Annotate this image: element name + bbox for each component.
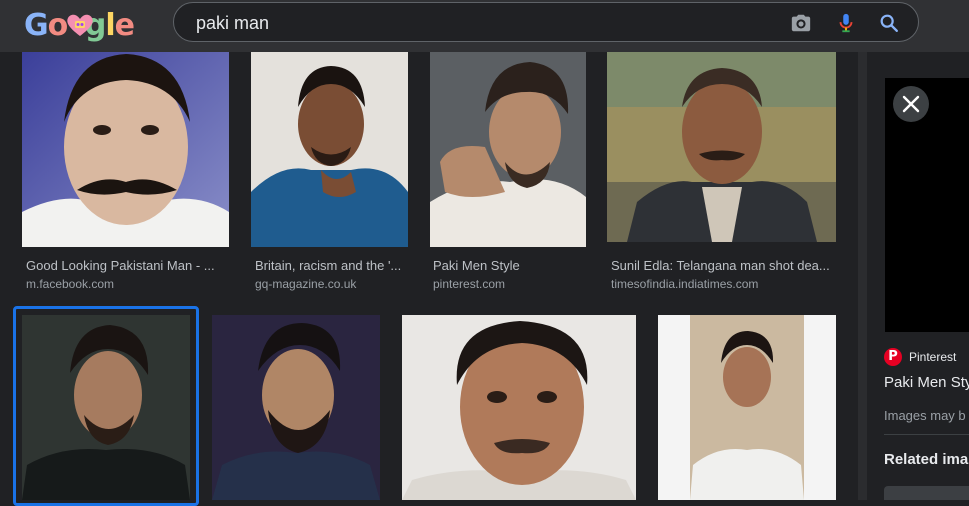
result-source[interactable]: pinterest.com — [433, 277, 505, 291]
close-button[interactable] — [893, 86, 929, 122]
result-thumbnail[interactable] — [22, 52, 229, 247]
microphone-icon[interactable] — [835, 12, 857, 34]
close-icon — [902, 95, 920, 113]
logo-letter-g: G — [24, 7, 49, 43]
preview-source-name: Pinterest — [909, 350, 957, 364]
divider — [884, 434, 969, 435]
search-icon[interactable] — [878, 12, 900, 34]
result-thumbnail[interactable] — [658, 315, 836, 500]
result-thumbnail[interactable] — [402, 315, 636, 500]
result-title[interactable]: Sunil Edla: Telangana man shot dea... — [611, 258, 830, 273]
result-source[interactable]: m.facebook.com — [26, 277, 114, 291]
result-card[interactable] — [658, 315, 836, 500]
search-input[interactable] — [194, 11, 758, 35]
copyright-note: Images may b — [884, 408, 966, 423]
result-thumbnail[interactable] — [607, 52, 836, 242]
result-title[interactable]: Good Looking Pakistani Man - ... — [26, 258, 215, 273]
result-card[interactable] — [212, 315, 380, 500]
result-thumbnail[interactable] — [212, 315, 380, 500]
result-source[interactable]: gq-magazine.co.uk — [255, 277, 356, 291]
preview-source[interactable]: P Pinterest — [884, 347, 956, 367]
logo-letter-e: e — [114, 7, 135, 43]
related-images-heading: Related ima — [884, 451, 969, 468]
results-scrollbar[interactable] — [858, 52, 867, 500]
result-card[interactable]: Paki Men Style pinterest.com — [430, 52, 586, 297]
result-card[interactable] — [402, 315, 636, 500]
result-title[interactable]: Paki Men Style — [433, 258, 520, 273]
search-box — [173, 2, 919, 42]
google-doodle-logo[interactable]: G o g l e — [24, 6, 135, 44]
heart-doodle-icon — [65, 12, 93, 38]
preview-title[interactable]: Paki Men Sty — [884, 374, 969, 391]
camera-icon[interactable] — [790, 12, 812, 34]
result-title[interactable]: Britain, racism and the '... — [255, 258, 401, 273]
related-image-thumbnail[interactable] — [884, 486, 969, 500]
result-thumbnail[interactable] — [430, 52, 586, 247]
result-card[interactable]: Sunil Edla: Telangana man shot dea... ti… — [607, 52, 836, 297]
top-bar: G o g l e — [0, 0, 969, 53]
result-card[interactable]: Good Looking Pakistani Man - ... m.faceb… — [22, 52, 229, 297]
result-thumbnail[interactable] — [22, 315, 190, 500]
result-card[interactable]: Britain, racism and the '... gq-magazine… — [251, 52, 408, 297]
pinterest-icon: P — [884, 348, 902, 366]
logo-letter-l: l — [105, 7, 115, 43]
result-thumbnail[interactable] — [251, 52, 408, 247]
result-source[interactable]: timesofindia.indiatimes.com — [611, 277, 758, 291]
result-card-selected[interactable] — [22, 315, 190, 500]
